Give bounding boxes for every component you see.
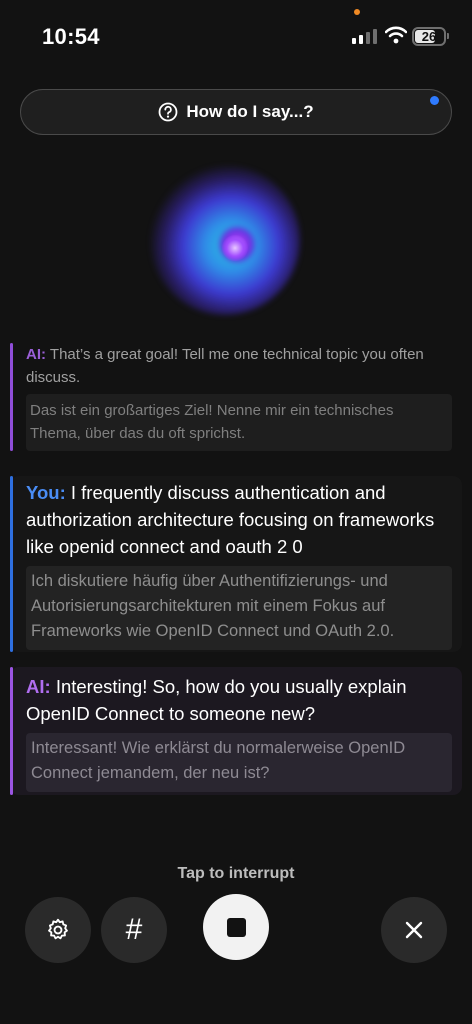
speaker-label: AI: [26, 676, 51, 697]
message-body: That’s a great goal! Tell me one technic… [26, 346, 424, 386]
speaker-label: AI: [26, 346, 46, 363]
status-time: 10:54 [42, 24, 100, 49]
stop-button[interactable] [203, 894, 269, 960]
chat-message-ai-current: AI: Interesting! So, how do you usually … [10, 667, 462, 795]
hash-icon: # [125, 913, 143, 946]
message-text: AI: That’s a great goal! Tell me one tec… [26, 343, 462, 389]
message-translation: Interessant! Wie erklärst du normalerwei… [26, 733, 452, 792]
message-translation: Das ist ein großartiges Ziel! Nenne mir … [26, 394, 452, 451]
message-translation: Ich diskutiere häufig über Authentifizie… [26, 566, 452, 650]
stop-icon [226, 917, 246, 937]
how-do-i-say-button[interactable]: How do I say...? [20, 89, 452, 135]
hashtag-button[interactable]: # [101, 897, 167, 963]
speaker-label: You: [26, 482, 66, 503]
message-accent-bar [10, 343, 13, 451]
gear-icon [48, 918, 68, 940]
notification-dot [430, 96, 439, 105]
message-body: Interesting! So, how do you usually expl… [26, 676, 407, 724]
chat-message-ai: AI: That’s a great goal! Tell me one tec… [10, 343, 462, 451]
tap-to-interrupt-hint: Tap to interrupt [177, 865, 295, 882]
how-do-i-say-label: How do I say...? [186, 102, 314, 121]
message-body: I frequently discuss authentication and … [26, 482, 435, 557]
battery-cap [447, 33, 449, 39]
message-accent-bar [10, 667, 13, 795]
voice-orb-core [222, 235, 248, 261]
close-button[interactable] [381, 897, 447, 963]
cellular-signal-icon [352, 29, 377, 44]
chat-message-user: You: I frequently discuss authentication… [10, 476, 462, 652]
question-circle-icon [158, 102, 178, 122]
message-text: AI: Interesting! So, how do you usually … [26, 667, 462, 727]
status-bar: 10:54 26 [0, 0, 472, 70]
battery-level: 26 [421, 29, 437, 44]
close-icon [405, 921, 423, 939]
wifi-icon [385, 26, 407, 44]
privacy-indicator-dot [354, 9, 360, 15]
message-accent-bar [10, 476, 13, 652]
message-text: You: I frequently discuss authentication… [26, 476, 462, 560]
settings-button[interactable] [25, 897, 91, 963]
battery-icon: 26 [412, 27, 446, 46]
